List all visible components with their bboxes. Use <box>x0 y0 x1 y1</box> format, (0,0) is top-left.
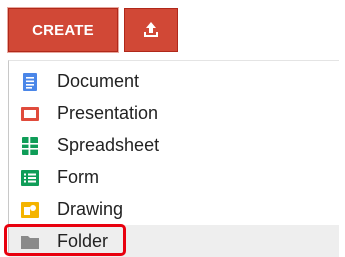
menu-item-label: Form <box>57 167 99 187</box>
menu-item-label: Presentation <box>57 103 159 123</box>
menu-item-folder[interactable]: Folder <box>9 225 339 257</box>
presentation-icon <box>21 107 39 121</box>
spreadsheet-icon <box>22 137 38 155</box>
menu-item-label: Document <box>57 71 140 91</box>
menu-item-form[interactable]: Form <box>9 161 339 193</box>
menu-item-label: Folder <box>57 231 109 251</box>
upload-icon <box>144 22 158 37</box>
create-button[interactable]: CREATE <box>8 8 118 52</box>
menu-item-spreadsheet[interactable]: Spreadsheet <box>9 129 339 161</box>
form-icon <box>21 170 39 186</box>
menu-item-drawing[interactable]: Drawing <box>9 193 339 225</box>
menu-item-label: Drawing <box>57 199 124 219</box>
folder-icon <box>21 236 39 249</box>
document-icon <box>23 73 37 91</box>
drawing-icon <box>21 202 39 218</box>
menu-item-document[interactable]: Document <box>9 65 339 97</box>
menu-item-presentation[interactable]: Presentation <box>9 97 339 129</box>
create-menu: Document Presentation Spreadsheet Form D… <box>8 60 339 257</box>
menu-item-label: Spreadsheet <box>57 135 160 155</box>
upload-button[interactable] <box>124 8 178 52</box>
